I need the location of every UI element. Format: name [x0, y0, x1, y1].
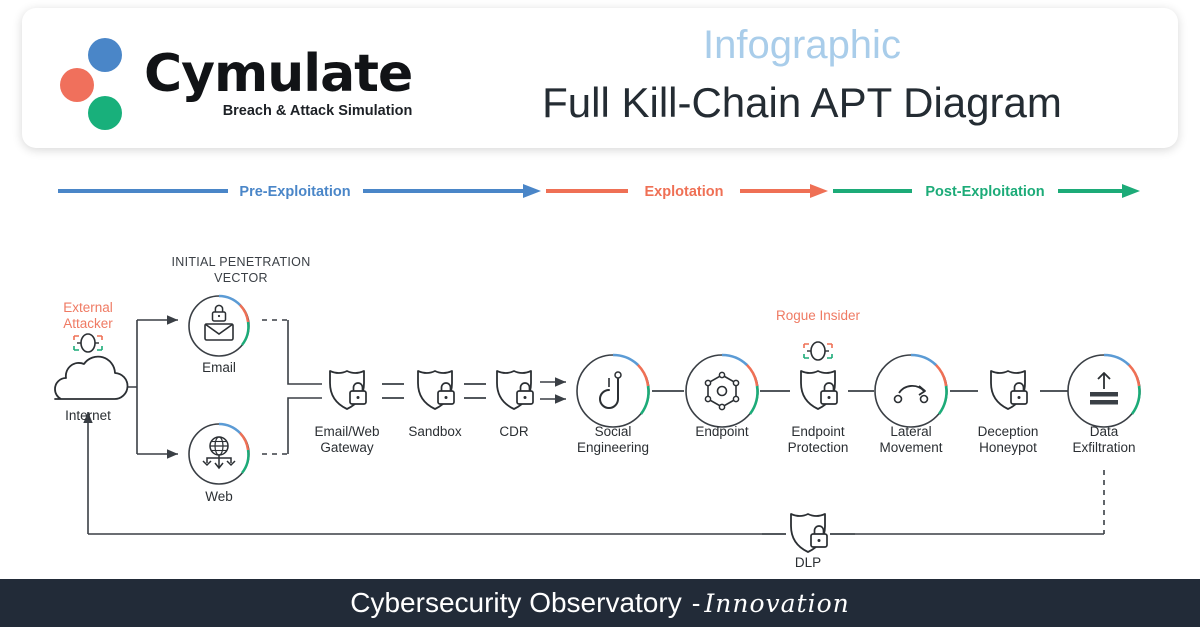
cdr-to-social-arrows — [540, 377, 566, 404]
label-exfil-line1: Data — [1089, 424, 1119, 439]
label-dlp: DLP — [794, 555, 822, 570]
shield-lock-icon — [329, 370, 367, 410]
shield-lock-icon — [417, 370, 455, 410]
node-email-web-gateway — [329, 370, 367, 410]
node-lateral-movement — [874, 353, 948, 428]
label-social-engineering: Social Engineering — [553, 424, 673, 456]
logo-dots — [60, 38, 138, 130]
phase-arrow-exp-icon — [810, 184, 828, 198]
page-title: Full Kill-Chain APT Diagram — [542, 79, 1062, 126]
footer-separator: - — [691, 587, 701, 618]
label-social-line1: Social — [594, 424, 632, 439]
label-lateral-movement: Lateral Movement — [861, 424, 961, 456]
node-dlp — [790, 513, 828, 553]
label-email-web-gateway: Email/Web Gateway — [297, 424, 397, 456]
node-endpoint — [685, 353, 759, 428]
cymulate-logo: Cymulate Breach & Attack Simulation — [60, 26, 420, 130]
label-rogue-insider: Rogue Insider — [775, 308, 861, 323]
logo-text: Cymulate Breach & Attack Simulation — [144, 44, 413, 119]
node-endpoint-protection — [800, 370, 838, 410]
node-rogue-insider — [803, 341, 833, 361]
label-social-line2: Engineering — [576, 440, 650, 455]
cloud-icon — [54, 355, 129, 400]
section-label-initial-penetration-vector: INITIAL PENETRATION VECTOR — [146, 254, 336, 286]
phase-label-post-exploitation: Post-Exploitation — [925, 184, 1044, 200]
label-exfil-line2: Exfiltration — [1072, 440, 1136, 455]
label-lateral-line1: Lateral — [890, 424, 932, 439]
node-social-engineering — [576, 353, 650, 428]
phase-label-explotation: Explotation — [645, 184, 724, 200]
logo-dot-green-icon — [88, 96, 122, 130]
label-deception-honeypot: Deception Honeypot — [953, 424, 1063, 456]
shield-lock-icon — [990, 370, 1028, 410]
label-data-exfiltration: Data Exfiltration — [1049, 424, 1159, 456]
label-lateral-line2: Movement — [879, 440, 943, 455]
title-block: Infographic Full Kill-Chain APT Diagram — [452, 20, 1152, 132]
phase-arrow-pre-icon — [523, 184, 541, 198]
label-honeypot-line2: Honeypot — [979, 440, 1037, 455]
label-internet: Internet — [65, 408, 111, 423]
section-label-line1: INITIAL PENETRATION — [171, 255, 311, 269]
node-deception-honeypot — [990, 370, 1028, 410]
section-label-line2: VECTOR — [214, 271, 268, 285]
phase-explotation: Explotation — [546, 184, 828, 200]
shield-lock-icon — [800, 370, 838, 410]
shield-lock-icon — [790, 513, 828, 553]
label-external-attacker-line2: Attacker — [63, 316, 113, 331]
logo-name: Cymulate — [144, 44, 413, 104]
phase-bar: Pre-Exploitation Explotation Post-Exploi… — [0, 172, 1200, 212]
label-external-attacker: External Attacker — [38, 300, 138, 332]
phase-arrow-post-icon — [1122, 184, 1140, 198]
node-sandbox — [417, 370, 455, 410]
footer-subtitle: Innovation — [704, 588, 850, 618]
label-gateway-line2: Gateway — [320, 440, 374, 455]
node-external-attacker — [54, 333, 129, 400]
label-gateway-line1: Email/Web — [314, 424, 380, 439]
label-cdr: CDR — [499, 424, 529, 439]
logo-tagline: Breach & Attack Simulation — [222, 103, 413, 119]
bug-icon — [803, 341, 833, 361]
shield-lock-icon — [496, 370, 534, 410]
title-kicker: Infographic — [703, 23, 901, 67]
phase-post-exploitation: Post-Exploitation — [833, 184, 1140, 200]
label-web: Web — [205, 489, 233, 504]
label-epp-line2: Protection — [787, 440, 849, 455]
label-email: Email — [202, 360, 236, 375]
infographic-page: Cymulate Breach & Attack Simulation Info… — [0, 0, 1200, 627]
phase-label-pre-exploitation: Pre-Exploitation — [239, 184, 350, 200]
bug-icon — [73, 333, 103, 353]
label-endpoint-protection: Endpoint Protection — [768, 424, 868, 456]
footer-title: Cybersecurity Observatory — [350, 587, 682, 618]
node-cdr — [496, 370, 534, 410]
kill-chain-diagram: INITIAL PENETRATION VECTOR External Atta… — [0, 212, 1200, 580]
label-honeypot-line1: Deception — [977, 424, 1039, 439]
phase-pre-exploitation: Pre-Exploitation — [58, 184, 541, 200]
logo-dot-red-icon — [60, 68, 94, 102]
footer-bar: Cybersecurity Observatory - Innovation — [0, 579, 1200, 627]
label-external-attacker-line1: External — [63, 300, 113, 315]
label-epp-line1: Endpoint — [791, 424, 845, 439]
node-data-exfiltration — [1067, 353, 1141, 428]
header-card: Cymulate Breach & Attack Simulation Info… — [22, 8, 1178, 148]
node-web — [188, 422, 250, 485]
label-endpoint: Endpoint — [695, 424, 749, 439]
logo-dot-blue-icon — [88, 38, 122, 72]
node-email — [188, 294, 250, 357]
